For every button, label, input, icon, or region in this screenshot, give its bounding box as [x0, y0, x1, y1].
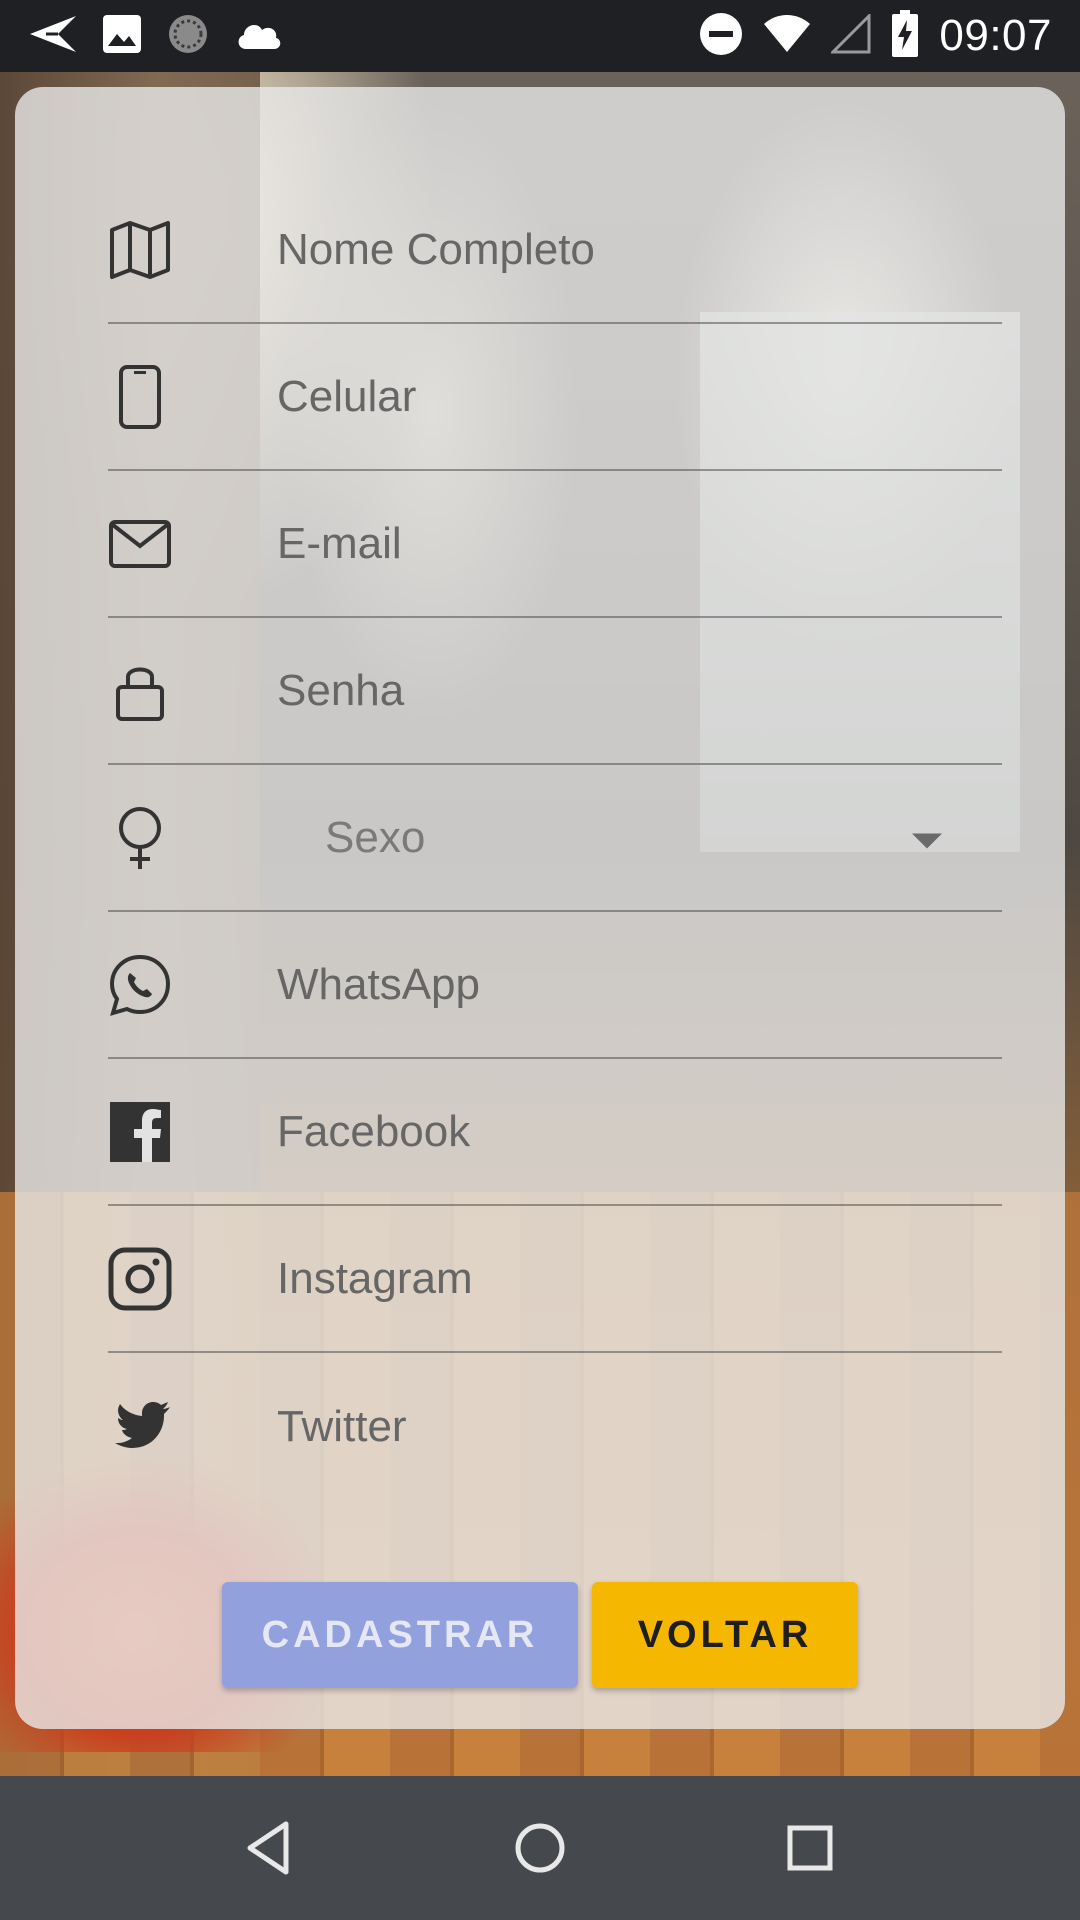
password-field[interactable]: [277, 660, 1002, 721]
instagram-field[interactable]: [277, 1248, 1002, 1309]
instagram-input[interactable]: [277, 1248, 1002, 1309]
nav-recents-button[interactable]: [774, 1812, 846, 1884]
mail-icon: [108, 512, 172, 576]
nav-back-button[interactable]: [234, 1812, 306, 1884]
password-row: [108, 618, 1002, 765]
register-button[interactable]: CADASTRAR: [222, 1582, 578, 1688]
password-input[interactable]: [277, 660, 1002, 721]
cloud-icon: [234, 17, 282, 56]
instagram-row: [108, 1206, 1002, 1353]
facebook-field[interactable]: [277, 1101, 1002, 1162]
gender-select[interactable]: Sexo: [325, 808, 1002, 868]
lock-icon: [108, 659, 172, 723]
back-button[interactable]: VOLTAR: [592, 1582, 858, 1688]
square-recents-icon: [787, 1825, 833, 1871]
twitter-input[interactable]: [277, 1396, 1002, 1457]
email-field[interactable]: [277, 513, 1002, 574]
registration-card: Sexo: [15, 87, 1065, 1729]
chevron-down-icon[interactable]: [912, 833, 942, 848]
status-bar: 09:07: [0, 0, 1080, 72]
whatsapp-field[interactable]: [277, 954, 1002, 1015]
twitter-row: [108, 1353, 1002, 1500]
send-icon: [28, 14, 78, 59]
image-icon: [102, 14, 142, 59]
email-row: [108, 471, 1002, 618]
facebook-row: [108, 1059, 1002, 1206]
phone-icon: [108, 364, 172, 429]
status-right-icons: 09:07: [699, 9, 1052, 63]
female-icon: [108, 806, 172, 870]
instagram-icon: [108, 1247, 172, 1311]
circle-home-icon: [515, 1823, 565, 1873]
facebook-icon: [108, 1100, 172, 1164]
facebook-input[interactable]: [277, 1101, 1002, 1162]
battery-charging-icon: [891, 9, 919, 63]
whatsapp-row: [108, 912, 1002, 1059]
signal-icon: [829, 11, 871, 59]
do-not-disturb-icon: [699, 12, 743, 61]
nav-home-button[interactable]: [504, 1812, 576, 1884]
twitter-icon: [108, 1395, 172, 1459]
whatsapp-icon: [108, 953, 172, 1017]
gender-select-label: Sexo: [325, 812, 426, 862]
wifi-icon: [763, 14, 811, 59]
cellphone-field[interactable]: [277, 366, 1002, 427]
full-name-input[interactable]: [277, 219, 1002, 280]
cellphone-row: [108, 324, 1002, 471]
status-time: 09:07: [939, 11, 1052, 60]
sync-icon: [166, 12, 210, 61]
full-name-row: [108, 177, 1002, 324]
gender-row: Sexo: [108, 765, 1002, 912]
whatsapp-input[interactable]: [277, 954, 1002, 1015]
status-left-icons: [28, 12, 282, 60]
triangle-back-icon: [247, 1821, 289, 1875]
full-name-field[interactable]: [277, 219, 1002, 280]
navigation-bar: [0, 1776, 1080, 1920]
twitter-field[interactable]: [277, 1396, 1002, 1457]
map-icon: [108, 218, 172, 282]
cellphone-input[interactable]: [277, 366, 1002, 427]
email-input[interactable]: [277, 513, 1002, 574]
